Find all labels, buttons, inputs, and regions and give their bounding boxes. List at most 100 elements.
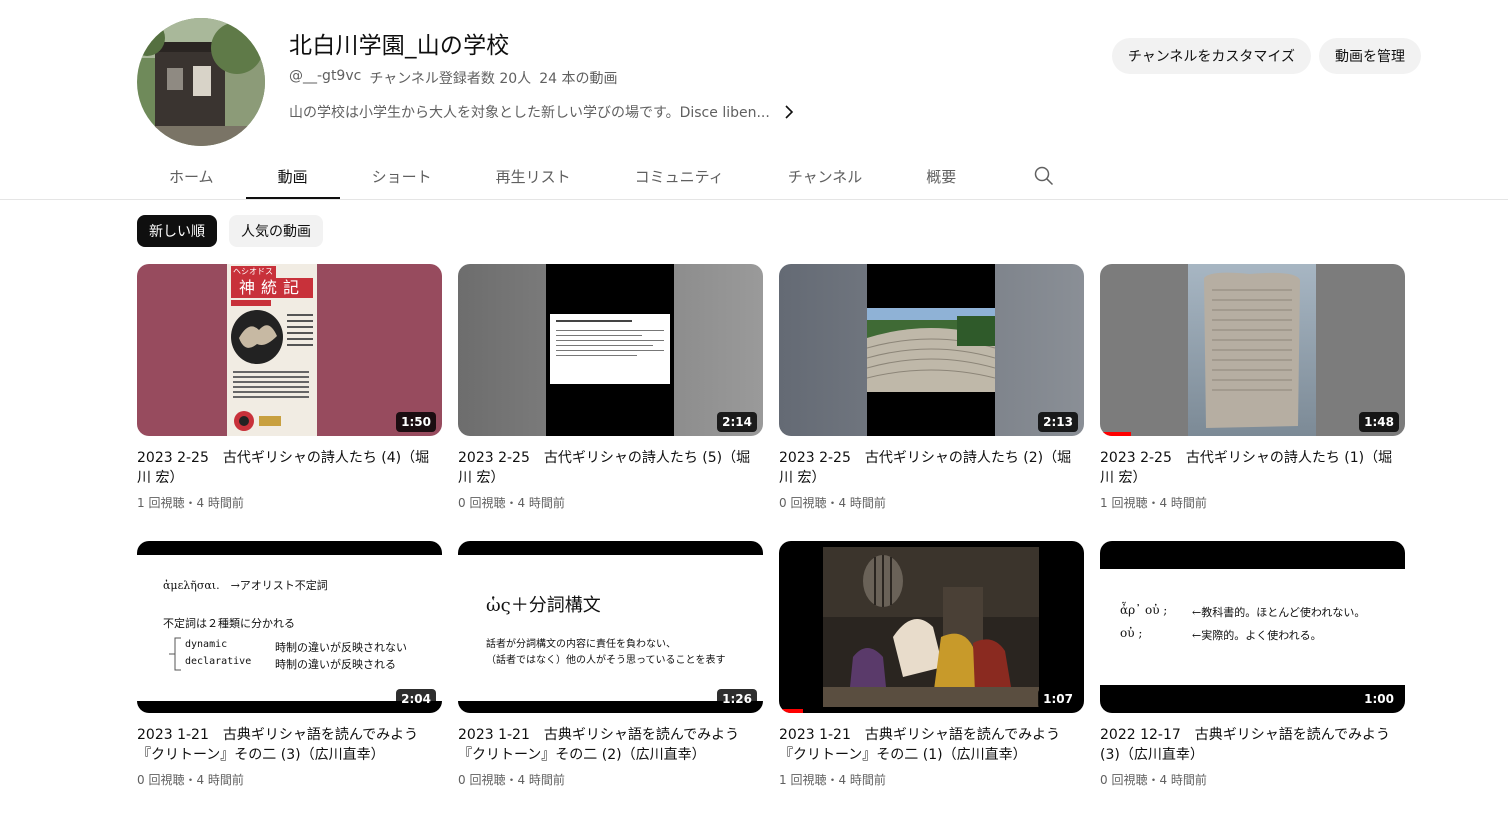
- book-title: 神統記: [231, 278, 313, 298]
- slide-top-bar: [1100, 541, 1405, 569]
- watch-progress: [779, 709, 804, 713]
- theatre-photo: [867, 308, 995, 392]
- video-card[interactable]: 2:14 2023 2-25 古代ギリシャの詩人たち (5)（堀川 宏） 0 回…: [458, 264, 763, 511]
- slide-line: 不定詞は２種類に分かれる: [163, 617, 295, 630]
- book-author-bar: [231, 300, 271, 306]
- tab-about[interactable]: 概要: [894, 152, 988, 200]
- slide-desc: ←教科書的。ほとんど使われない。: [1192, 606, 1366, 619]
- bracket-icon: [169, 637, 181, 671]
- video-thumbnail[interactable]: 1:07: [779, 541, 1084, 713]
- sort-chips: 新しい順 人気の動画: [137, 215, 323, 247]
- video-card[interactable]: 1:48 2023 2-25 古代ギリシャの詩人たち (1)（堀川 宏） 1 回…: [1100, 264, 1405, 511]
- slide-greek: ἆρ᾽ οὐ ;: [1120, 603, 1168, 617]
- video-card[interactable]: ὡς＋分詞構文 話者が分詞構文の内容に責任を負わない、 （話者ではなく）他の人が…: [458, 541, 763, 788]
- video-duration: 2:13: [1038, 412, 1078, 432]
- vase-image-icon: [231, 310, 283, 364]
- video-thumbnail[interactable]: ヘシオドス 神統記 1:50: [137, 264, 442, 436]
- video-meta: 0 回視聴・4 時間前: [137, 773, 244, 787]
- video-meta: 0 回視聴・4 時間前: [1100, 773, 1207, 787]
- publisher-tag: [259, 416, 281, 426]
- video-card[interactable]: 1:07 2023 1-21 古典ギリシャ語を読んでみよう『クリトーン』その二 …: [779, 541, 1084, 788]
- tabs-divider: [0, 199, 1508, 200]
- video-title[interactable]: 2023 1-21 古典ギリシャ語を読んでみよう『クリトーン』その二 (3)（広…: [137, 725, 442, 765]
- watch-progress: [1100, 432, 1131, 436]
- slide-desc: 時制の違いが反映される: [275, 658, 396, 671]
- video-grid: ヘシオドス 神統記 1:50 2023 2-25 古代ギリシャの詩人たち (4)…: [137, 264, 1405, 788]
- video-thumbnail[interactable]: 2:13: [779, 264, 1084, 436]
- video-count: 24 本の動画: [539, 71, 618, 87]
- chip-popular[interactable]: 人気の動画: [229, 215, 323, 247]
- chevron-right-icon[interactable]: [782, 105, 796, 119]
- channel-avatar[interactable]: [137, 18, 265, 146]
- slide-term: dynamic: [185, 639, 228, 650]
- tab-home[interactable]: ホーム: [137, 152, 246, 200]
- book-desc-lines: [233, 368, 309, 402]
- slide-term: declarative: [185, 656, 252, 667]
- video-thumbnail[interactable]: ὡς＋分詞構文 話者が分詞構文の内容に責任を負わない、 （話者ではなく）他の人が…: [458, 541, 763, 713]
- slide-title: ὡς＋分詞構文: [486, 595, 601, 616]
- video-thumbnail[interactable]: 1:48: [1100, 264, 1405, 436]
- video-duration: 1:07: [1038, 689, 1078, 709]
- channel-header: 北白川学園_山の学校 @__-gt9vc チャンネル登録者数 20人 24 本の…: [137, 14, 1427, 149]
- channel-meta: @__-gt9vc チャンネル登録者数 20人 24 本の動画: [289, 68, 989, 88]
- video-title[interactable]: 2023 1-21 古典ギリシャ語を読んでみよう『クリトーン』その二 (2)（広…: [458, 725, 763, 765]
- tab-community[interactable]: コミュニティ: [603, 152, 756, 200]
- slide-line: （話者ではなく）他の人がそう思っていることを表す: [486, 655, 726, 666]
- video-title[interactable]: 2023 2-25 古代ギリシャの詩人たち (4)（堀川 宏）: [137, 448, 442, 488]
- channel-info: 北白川学園_山の学校 @__-gt9vc チャンネル登録者数 20人 24 本の…: [289, 30, 989, 122]
- book-text-lines: [287, 310, 313, 360]
- video-duration: 1:50: [396, 412, 436, 432]
- slide-desc: 時制の違いが反映されない: [275, 641, 407, 654]
- channel-description-text: 山の学校は小学生から大人を対象とした新しい学びの場です。Disce liben.…: [289, 105, 770, 121]
- channel-tabs: ホーム 動画 ショート 再生リスト コミュニティ チャンネル 概要: [137, 152, 1068, 200]
- video-title[interactable]: 2023 1-21 古典ギリシャ語を読んでみよう『クリトーン』その二 (1)（広…: [779, 725, 1084, 765]
- video-duration: 1:48: [1359, 412, 1399, 432]
- video-title[interactable]: 2023 2-25 古代ギリシャの詩人たち (5)（堀川 宏）: [458, 448, 763, 488]
- video-meta: 1 回視聴・4 時間前: [137, 496, 244, 510]
- video-card[interactable]: ἆρ᾽ οὐ ; ←教科書的。ほとんど使われない。 οὐ ; ←実際的。よく使わ…: [1100, 541, 1405, 788]
- video-meta: 1 回視聴・4 時間前: [779, 773, 886, 787]
- slide-top-bar: [137, 541, 442, 555]
- stone-stele-photo: [1204, 272, 1300, 428]
- socrates-painting: [823, 547, 1039, 707]
- chip-latest[interactable]: 新しい順: [137, 215, 217, 247]
- tab-playlists[interactable]: 再生リスト: [464, 152, 603, 200]
- slide-desc: ←実際的。よく使われる。: [1192, 629, 1322, 642]
- photo-frame: [1188, 264, 1316, 436]
- header-actions: チャンネルをカスタマイズ 動画を管理: [1111, 38, 1421, 74]
- video-duration: 2:04: [396, 689, 436, 709]
- video-duration: 1:00: [1359, 689, 1399, 709]
- video-thumbnail[interactable]: ἀμελῆσαι. →アオリスト不定詞 不定詞は２種類に分かれる dynamic…: [137, 541, 442, 713]
- slide-line: ἀμελῆσαι. →アオリスト不定詞: [163, 579, 328, 592]
- video-meta: 0 回視聴・4 時間前: [458, 773, 565, 787]
- video-title[interactable]: 2023 2-25 古代ギリシャの詩人たち (2)（堀川 宏）: [779, 448, 1084, 488]
- tab-channels[interactable]: チャンネル: [756, 152, 895, 200]
- video-title[interactable]: 2023 2-25 古代ギリシャの詩人たち (1)（堀川 宏）: [1100, 448, 1405, 488]
- video-card[interactable]: ヘシオドス 神統記 1:50 2023 2-25 古代ギリシャの詩人たち (4)…: [137, 264, 442, 511]
- video-thumbnail[interactable]: ἆρ᾽ οὐ ; ←教科書的。ほとんど使われない。 οὐ ; ←実際的。よく使わ…: [1100, 541, 1405, 713]
- subscriber-count: チャンネル登録者数 20人: [369, 71, 532, 87]
- slide-greek: οὐ ;: [1120, 626, 1143, 640]
- video-card[interactable]: 2:13 2023 2-25 古代ギリシャの詩人たち (2)（堀川 宏） 0 回…: [779, 264, 1084, 511]
- book-label: ヘシオドス: [231, 266, 276, 278]
- search-icon[interactable]: [1020, 152, 1068, 200]
- video-thumbnail[interactable]: 2:14: [458, 264, 763, 436]
- manage-videos-button[interactable]: 動画を管理: [1319, 38, 1421, 74]
- video-card[interactable]: ἀμελῆσαι. →アオリスト不定詞 不定詞は２種類に分かれる dynamic…: [137, 541, 442, 788]
- book-cover: ヘシオドス 神統記: [227, 264, 317, 436]
- tab-videos[interactable]: 動画: [245, 152, 340, 200]
- channel-description[interactable]: 山の学校は小学生から大人を対象とした新しい学びの場です。Disce liben.…: [289, 102, 989, 122]
- slide-top-bar: [458, 541, 763, 555]
- slide-frame: [546, 264, 674, 436]
- video-title[interactable]: 2022 12-17 古典ギリシャ語を読んでみよう (3)（広川直幸）: [1100, 725, 1405, 765]
- channel-handle: @__-gt9vc: [289, 68, 362, 84]
- slide-line: 話者が分詞構文の内容に責任を負わない、: [486, 639, 676, 650]
- video-meta: 0 回視聴・4 時間前: [458, 496, 565, 510]
- video-duration: 1:26: [717, 689, 757, 709]
- tab-shorts[interactable]: ショート: [340, 152, 464, 200]
- slide-page: [550, 314, 670, 384]
- video-duration: 2:14: [717, 412, 757, 432]
- customize-channel-button[interactable]: チャンネルをカスタマイズ: [1111, 38, 1311, 74]
- photo-frame: [867, 264, 995, 436]
- publisher-logo-icon: [234, 411, 254, 431]
